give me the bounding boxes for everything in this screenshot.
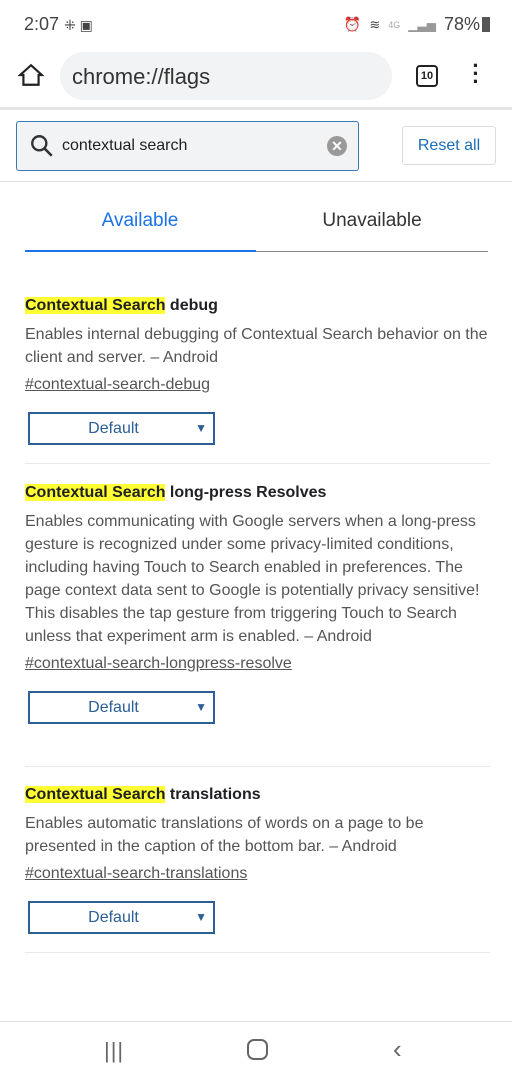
flag-link[interactable]: #contextual-search-translations — [25, 862, 490, 885]
flag-description: Enables communicating with Google server… — [25, 513, 480, 645]
flag-select[interactable]: Default ▼ — [28, 901, 215, 934]
flag-select[interactable]: Default ▼ — [28, 691, 215, 724]
search-highlight: Contextual Search — [25, 484, 166, 501]
recent-apps-icon[interactable]: ||| — [104, 1038, 124, 1064]
flag-item: Contextual Search long-press Resolves En… — [25, 484, 490, 724]
flag-title: Contextual Search long-press Resolves — [25, 484, 490, 506]
title-rest: translations — [165, 786, 261, 803]
status-time: 2:07 ⁜ ▣ — [24, 14, 93, 35]
flag-link[interactable]: #contextual-search-longpress-resolve — [25, 652, 490, 675]
search-value: contextual search — [62, 137, 188, 154]
home-icon[interactable] — [17, 62, 45, 93]
flag-item: Contextual Search translations Enables a… — [25, 786, 490, 934]
separator — [25, 952, 490, 953]
clear-icon[interactable]: ✕ — [327, 136, 347, 156]
search-icon — [29, 133, 55, 164]
status-right: ⏰ ≋ 4G ▁▃▅ 78% — [344, 14, 490, 35]
notification-icon: ⁜ ▣ — [64, 17, 93, 33]
url-text: chrome://flags — [72, 64, 211, 89]
battery-icon — [482, 17, 490, 32]
alarm-icon: ⏰ — [343, 16, 362, 32]
url-bar[interactable]: chrome://flags — [60, 52, 392, 100]
separator — [25, 463, 490, 464]
dropdown-arrow-icon: ▼ — [195, 700, 207, 714]
browser-toolbar: chrome://flags 10 · · · — [0, 48, 512, 110]
flag-select[interactable]: Default ▼ — [28, 412, 215, 445]
search-highlight: Contextual Search — [25, 297, 166, 314]
home-nav-icon[interactable] — [247, 1039, 268, 1060]
menu-icon[interactable]: · · · — [468, 55, 484, 93]
tab-switcher-button[interactable]: 10 — [416, 65, 438, 87]
back-icon[interactable]: ‹ — [393, 1034, 402, 1065]
select-value: Default — [88, 909, 139, 926]
divider — [0, 181, 512, 182]
tab-divider — [256, 251, 488, 252]
active-tab-indicator — [25, 250, 256, 252]
separator — [25, 766, 490, 767]
select-value: Default — [88, 699, 139, 716]
flag-title: Contextual Search translations — [25, 786, 490, 808]
search-highlight: Contextual Search — [25, 786, 166, 803]
system-nav-bar: ||| ‹ — [0, 1021, 512, 1080]
select-value: Default — [88, 420, 139, 437]
dropdown-arrow-icon: ▼ — [195, 910, 207, 924]
dropdown-arrow-icon: ▼ — [195, 421, 207, 435]
wifi-icon: ≋ — [369, 16, 381, 32]
signal-icon: ▁▃▅ — [408, 17, 436, 32]
flag-title: Contextual Search debug — [25, 297, 490, 319]
battery-text: 78% — [443, 14, 480, 34]
flag-description: Enables automatic translations of words … — [25, 815, 424, 855]
status-bar: 2:07 ⁜ ▣ ⏰ ≋ 4G ▁▃▅ 78% — [0, 0, 512, 48]
flag-item: Contextual Search debug Enables internal… — [25, 297, 490, 445]
tab-unavailable[interactable]: Unavailable — [257, 210, 487, 232]
search-input[interactable]: contextual search ✕ — [16, 121, 359, 171]
flag-link[interactable]: #contextual-search-debug — [25, 373, 490, 396]
flag-description: Enables internal debugging of Contextual… — [25, 326, 488, 366]
title-rest: long-press Resolves — [165, 484, 327, 501]
title-rest: debug — [165, 297, 218, 314]
network-label: 4G — [388, 19, 401, 30]
reset-all-button[interactable]: Reset all — [402, 126, 496, 165]
time-text: 2:07 — [24, 14, 60, 34]
tab-available[interactable]: Available — [25, 210, 255, 232]
